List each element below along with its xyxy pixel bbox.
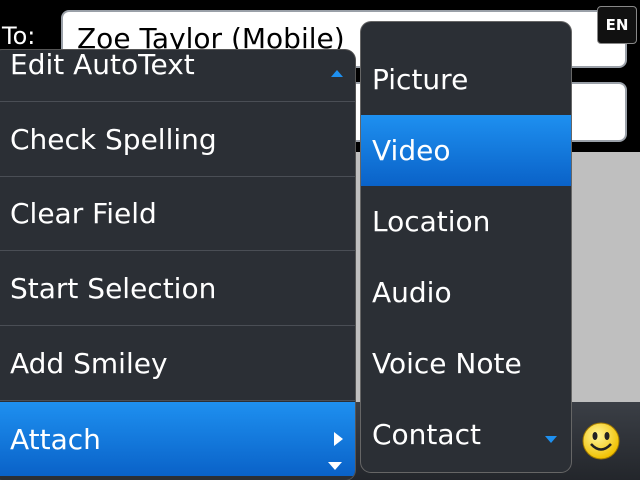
submenu-scroll-down-icon xyxy=(545,436,557,443)
menu-item-clear-field[interactable]: Clear Field xyxy=(0,177,355,251)
submenu-item-location[interactable]: Location xyxy=(361,186,571,257)
submenu-item-label: Location xyxy=(372,205,491,238)
context-menu: Edit AutoText Check Spelling Clear Field… xyxy=(0,50,355,480)
submenu-item-audio[interactable]: Audio xyxy=(361,257,571,328)
input-language-badge[interactable]: EN xyxy=(597,6,637,44)
submenu-arrow-icon xyxy=(334,432,343,446)
menu-item-label: Start Selection xyxy=(10,272,217,305)
to-label: To: xyxy=(2,22,36,50)
menu-item-check-spelling[interactable]: Check Spelling xyxy=(0,103,355,177)
submenu-item-video[interactable]: Video xyxy=(361,115,571,186)
menu-item-label: Clear Field xyxy=(10,197,157,230)
menu-item-edit-autotext[interactable]: Edit AutoText xyxy=(0,50,355,102)
submenu-item-label: Audio xyxy=(372,276,452,309)
submenu-item-contact[interactable]: Contact xyxy=(361,399,571,470)
submenu-item-picture[interactable]: Picture xyxy=(361,44,571,115)
scroll-up-icon xyxy=(331,70,343,77)
submenu-item-label: Video xyxy=(372,134,451,167)
menu-item-label: Edit AutoText xyxy=(10,50,195,81)
submenu-item-label: Contact xyxy=(372,418,481,451)
menu-item-label: Attach xyxy=(10,422,101,456)
submenu-item-label: Voice Note xyxy=(372,347,522,380)
submenu-item-label: Picture xyxy=(372,63,469,96)
submenu-item-voice-note[interactable]: Voice Note xyxy=(361,328,571,399)
smiley-icon[interactable] xyxy=(582,422,620,460)
menu-item-label: Check Spelling xyxy=(10,123,217,156)
menu-item-add-smiley[interactable]: Add Smiley xyxy=(0,327,355,401)
scroll-down-icon xyxy=(328,462,342,470)
menu-item-label: Add Smiley xyxy=(10,347,168,380)
menu-item-attach[interactable]: Attach xyxy=(0,402,355,476)
attach-submenu: Picture Video Location Audio Voice Note … xyxy=(361,22,571,472)
menu-item-start-selection[interactable]: Start Selection xyxy=(0,252,355,326)
